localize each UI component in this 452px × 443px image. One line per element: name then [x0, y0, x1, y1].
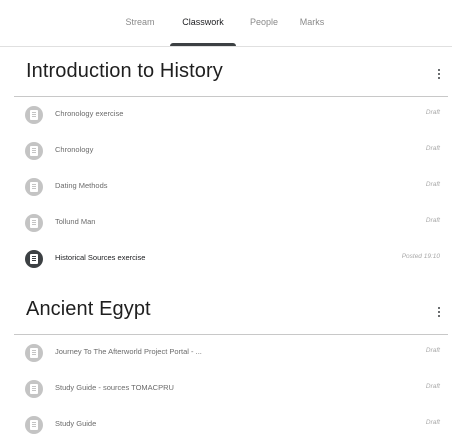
item-status: Draft	[425, 109, 440, 116]
assignment-icon	[25, 416, 43, 434]
item-title: Tollund Man	[55, 217, 96, 226]
tab-stream-label: Stream	[125, 17, 155, 27]
item-title: Historical Sources exercise	[55, 253, 146, 262]
topic-title[interactable]: Introduction to History	[26, 60, 223, 83]
item-title: Study Guide - sources TOMACPRU	[55, 383, 174, 392]
item-status: Draft	[425, 347, 440, 354]
item-title: Journey To The Afterworld Project Portal…	[55, 347, 202, 356]
item-title: Chronology	[55, 145, 94, 154]
assignment-icon	[25, 214, 43, 232]
item-title: Chronology exercise	[55, 109, 124, 118]
tab-people-label: People	[249, 17, 279, 27]
classwork-item[interactable]: Chronology exercise Draft	[14, 97, 448, 133]
assignment-icon	[25, 106, 43, 124]
topic-header: Ancient Egypt	[14, 294, 448, 335]
assignment-icon	[25, 178, 43, 196]
topic-section-ancient-egypt: Ancient Egypt Journey To The Afterworld …	[14, 294, 448, 443]
item-title: Dating Methods	[55, 181, 108, 190]
tab-marks-label: Marks	[299, 17, 325, 27]
more-options-icon[interactable]	[434, 64, 444, 84]
tab-bar: Stream Classwork People Marks	[0, 0, 452, 47]
classwork-item[interactable]: Journey To The Afterworld Project Portal…	[14, 335, 448, 371]
assignment-icon	[25, 380, 43, 398]
active-tab-indicator	[170, 43, 236, 46]
assignment-icon	[25, 250, 43, 268]
item-status: Draft	[425, 383, 440, 390]
item-status: Draft	[425, 145, 440, 152]
classwork-item[interactable]: Historical Sources exercise Posted 19:10	[14, 241, 448, 277]
tab-marks[interactable]: Marks	[292, 0, 332, 46]
more-options-icon[interactable]	[434, 302, 444, 322]
classwork-item[interactable]: Chronology Draft	[14, 133, 448, 169]
topic-section-introduction-to-history: Introduction to History Chronology exerc…	[14, 56, 448, 277]
tab-classwork-label: Classwork	[182, 17, 224, 27]
classwork-item[interactable]: Study Guide Draft	[14, 407, 448, 443]
assignment-icon	[25, 142, 43, 160]
item-status: Draft	[425, 419, 440, 426]
classwork-item[interactable]: Tollund Man Draft	[14, 205, 448, 241]
tab-classwork[interactable]: Classwork	[170, 0, 236, 46]
classwork-item[interactable]: Study Guide - sources TOMACPRU Draft	[14, 371, 448, 407]
item-status: Draft	[425, 181, 440, 188]
tab-people[interactable]: People	[244, 0, 284, 46]
classwork-item[interactable]: Dating Methods Draft	[14, 169, 448, 205]
topic-header: Introduction to History	[14, 56, 448, 97]
item-status: Posted 19:10	[401, 253, 440, 260]
item-status: Draft	[425, 217, 440, 224]
topic-title[interactable]: Ancient Egypt	[26, 298, 151, 321]
tab-stream[interactable]: Stream	[118, 0, 162, 46]
assignment-icon	[25, 344, 43, 362]
